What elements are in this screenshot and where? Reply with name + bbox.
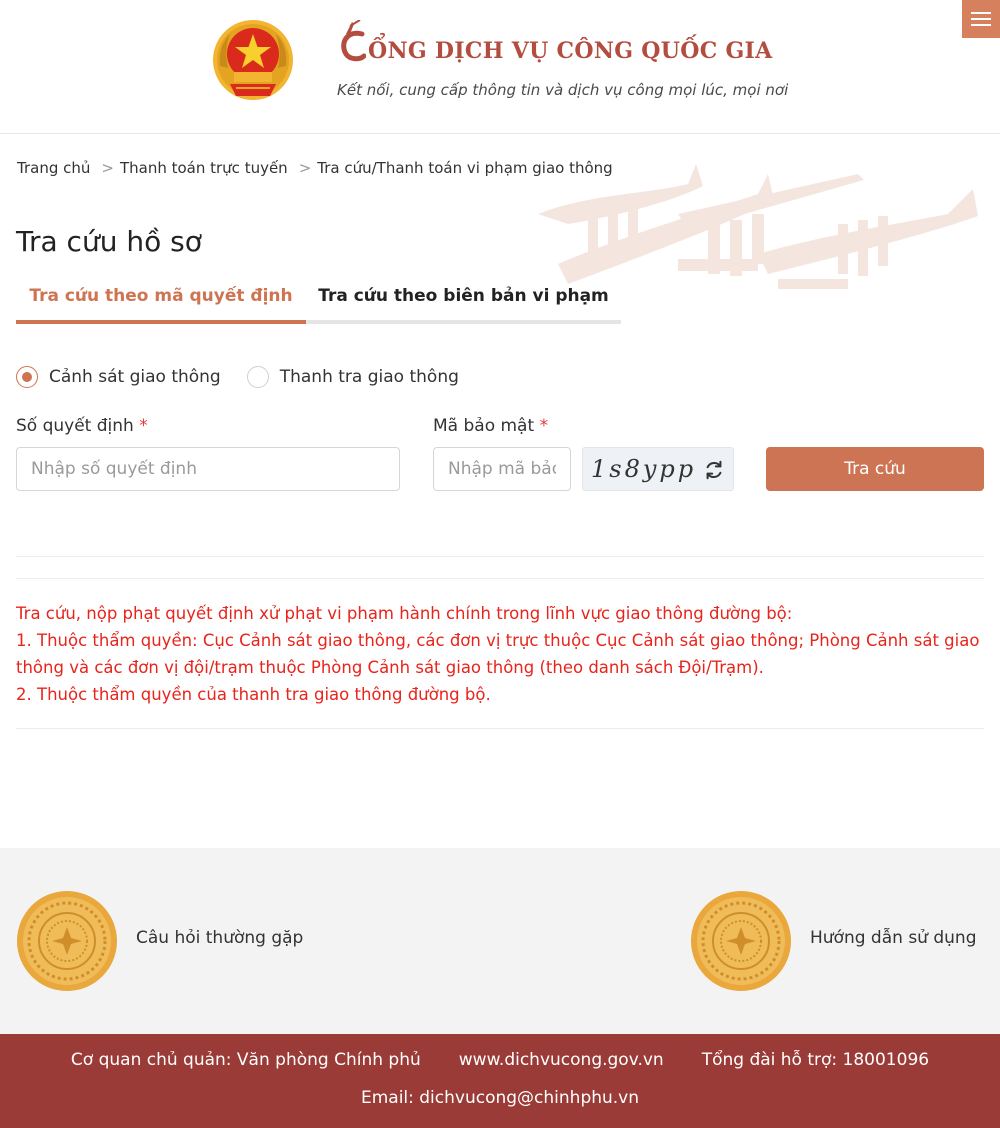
radio-traffic-inspection[interactable]: Thanh tra giao thông xyxy=(246,366,459,388)
tab-lookup-by-report[interactable]: Tra cứu theo biên bản vi phạm xyxy=(306,272,621,320)
hamburger-menu-icon xyxy=(971,24,991,26)
footer-website-link[interactable]: www.dichvucong.gov.vn xyxy=(459,1050,664,1070)
notice-line: 2. Thuộc thẩm quyền của thanh tra giao t… xyxy=(16,685,491,704)
radio-traffic-police-label: Cảnh sát giao thông xyxy=(49,367,221,387)
portal-title[interactable]: ỔNG DỊCH VỤ CÔNG QUỐC GIA xyxy=(338,20,773,64)
bird-c-logo-icon xyxy=(341,20,366,62)
faq-link[interactable]: Câu hỏi thường gặp xyxy=(136,928,303,948)
notice-line: 1. Thuộc thẩm quyền: Cục Cảnh sát giao t… xyxy=(16,631,980,677)
site-footer: Cơ quan chủ quản: Văn phòng Chính phủ ww… xyxy=(0,1034,1000,1128)
breadcrumb-separator: > xyxy=(298,159,312,177)
required-mark: * xyxy=(539,416,549,436)
required-mark: * xyxy=(139,416,148,436)
divider xyxy=(16,578,984,579)
portal-slogan: Kết nối, cung cấp thông tin và dịch vụ c… xyxy=(337,81,789,99)
footer-email[interactable]: Email: dichvucong@chinhphu.vn xyxy=(0,1088,1000,1108)
breadcrumb-separator: > xyxy=(101,159,114,177)
hamburger-menu-button[interactable] xyxy=(962,0,1000,38)
site-header: ỔNG DỊCH VỤ CÔNG QUỐC GIA Kết nối, cung … xyxy=(0,0,1000,134)
divider xyxy=(16,556,984,557)
captcha-image: 1s8ypp xyxy=(591,455,697,483)
decision-number-label: Số quyết định * xyxy=(16,416,148,436)
breadcrumb-home-link[interactable]: Trang chủ xyxy=(17,159,90,177)
radio-checked-icon xyxy=(16,366,38,388)
security-code-label: Mã bảo mật * xyxy=(433,416,549,436)
radio-traffic-inspection-label: Thanh tra giao thông xyxy=(279,367,459,387)
breadcrumb-online-payment-link[interactable]: Thanh toán trực tuyến xyxy=(120,159,288,177)
national-emblem-icon[interactable] xyxy=(208,16,298,106)
tab-lookup-by-decision[interactable]: Tra cứu theo mã quyết định xyxy=(16,272,306,324)
refresh-captcha-icon[interactable] xyxy=(703,459,725,481)
page-title: Tra cứu hồ sơ xyxy=(16,225,202,258)
hamburger-menu-icon xyxy=(971,12,991,14)
radio-unchecked-icon xyxy=(246,366,269,388)
breadcrumb: Trang chủ > Thanh toán trực tuyến > Tra … xyxy=(17,159,613,177)
decision-number-input[interactable] xyxy=(16,447,400,491)
footer-hotline: Tổng đài hỗ trợ: 18001096 xyxy=(701,1050,930,1070)
lookup-tabs: Tra cứu theo mã quyết định Tra cứu theo … xyxy=(16,272,621,324)
security-code-input[interactable] xyxy=(433,447,571,491)
bronze-drum-icon[interactable] xyxy=(690,890,792,992)
search-submit-button[interactable]: Tra cứu xyxy=(766,447,984,491)
lookup-notice: Tra cứu, nộp phạt quyết định xử phạt vi … xyxy=(16,600,996,708)
authority-radio-group: Cảnh sát giao thông Thanh tra giao thông xyxy=(16,366,459,388)
footer-agency: Cơ quan chủ quản: Văn phòng Chính phủ xyxy=(70,1050,421,1070)
portal-title-text: ỔNG DỊCH VỤ CÔNG QUỐC GIA xyxy=(368,38,773,64)
notice-line: Tra cứu, nộp phạt quyết định xử phạt vi … xyxy=(16,604,793,623)
divider xyxy=(16,728,984,729)
footer-info-row: Cơ quan chủ quản: Văn phòng Chính phủ ww… xyxy=(0,1050,1000,1070)
captcha-box: 1s8ypp xyxy=(582,447,734,491)
user-guide-link[interactable]: Hướng dẫn sử dụng xyxy=(810,928,976,948)
hamburger-menu-icon xyxy=(971,18,991,20)
breadcrumb-current-page: Tra cứu/Thanh toán vi phạm giao thông xyxy=(317,159,613,177)
radio-traffic-police[interactable]: Cảnh sát giao thông xyxy=(16,366,221,388)
bronze-drum-icon[interactable] xyxy=(16,890,118,992)
